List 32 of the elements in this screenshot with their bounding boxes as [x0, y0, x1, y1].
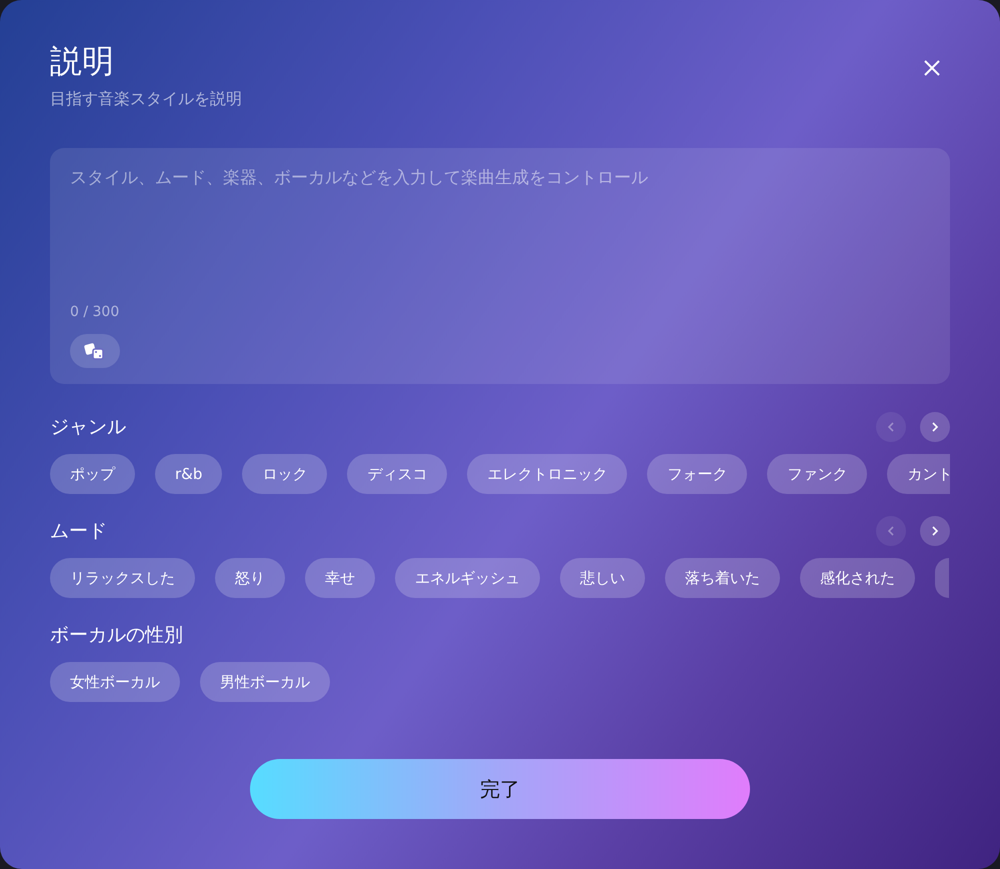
- done-button[interactable]: 完了: [250, 759, 750, 819]
- dialog-title: 説明: [50, 44, 115, 80]
- tag-chip[interactable]: エネルギッシュ: [395, 558, 540, 598]
- tag-chip[interactable]: r&b: [155, 454, 222, 494]
- prompt-input[interactable]: スタイル、ムード、楽器、ボーカルなどを入力して楽曲生成をコントロール: [70, 166, 930, 304]
- tag-chip[interactable]: 落ち着いた: [665, 558, 780, 598]
- tag-chip[interactable]: ファンク: [767, 454, 868, 494]
- tag-chip[interactable]: ディスコ: [347, 454, 448, 494]
- close-icon: [922, 58, 942, 78]
- tag-chip[interactable]: フォーク: [647, 454, 748, 494]
- tag-chip[interactable]: 感化された: [800, 558, 915, 598]
- tag-chip[interactable]: 悲しい: [560, 558, 645, 598]
- section-title: ボーカルの性別: [50, 623, 183, 648]
- prompt-field[interactable]: スタイル、ムード、楽器、ボーカルなどを入力して楽曲生成をコントロール 0 / 300: [50, 148, 950, 384]
- tag-chip[interactable]: ポップ: [50, 454, 135, 494]
- tag-chip[interactable]: 女性ボーカル: [50, 662, 180, 702]
- tag-chip[interactable]: 幸せ: [305, 558, 375, 598]
- tag-chip[interactable]: 男性ボーカル: [200, 662, 330, 702]
- dialog-subtitle: 目指す音楽スタイルを説明: [50, 89, 242, 110]
- tag-chip[interactable]: エレクトロニック: [467, 454, 628, 494]
- tag-chip[interactable]: ロック: [242, 454, 328, 494]
- section-title: ムード: [50, 519, 107, 544]
- character-counter: 0 / 300: [70, 304, 120, 320]
- next-button[interactable]: [920, 412, 950, 442]
- dice-icon: [84, 341, 106, 362]
- next-button[interactable]: [920, 516, 950, 546]
- tag-chip[interactable]: カント: [887, 454, 950, 494]
- tag-chip[interactable]: リラックスした: [50, 558, 195, 598]
- partial-chip: [935, 558, 949, 598]
- section-title: ジャンル: [50, 415, 126, 440]
- dice-button[interactable]: [70, 334, 120, 368]
- tag-chip[interactable]: 怒り: [215, 558, 285, 598]
